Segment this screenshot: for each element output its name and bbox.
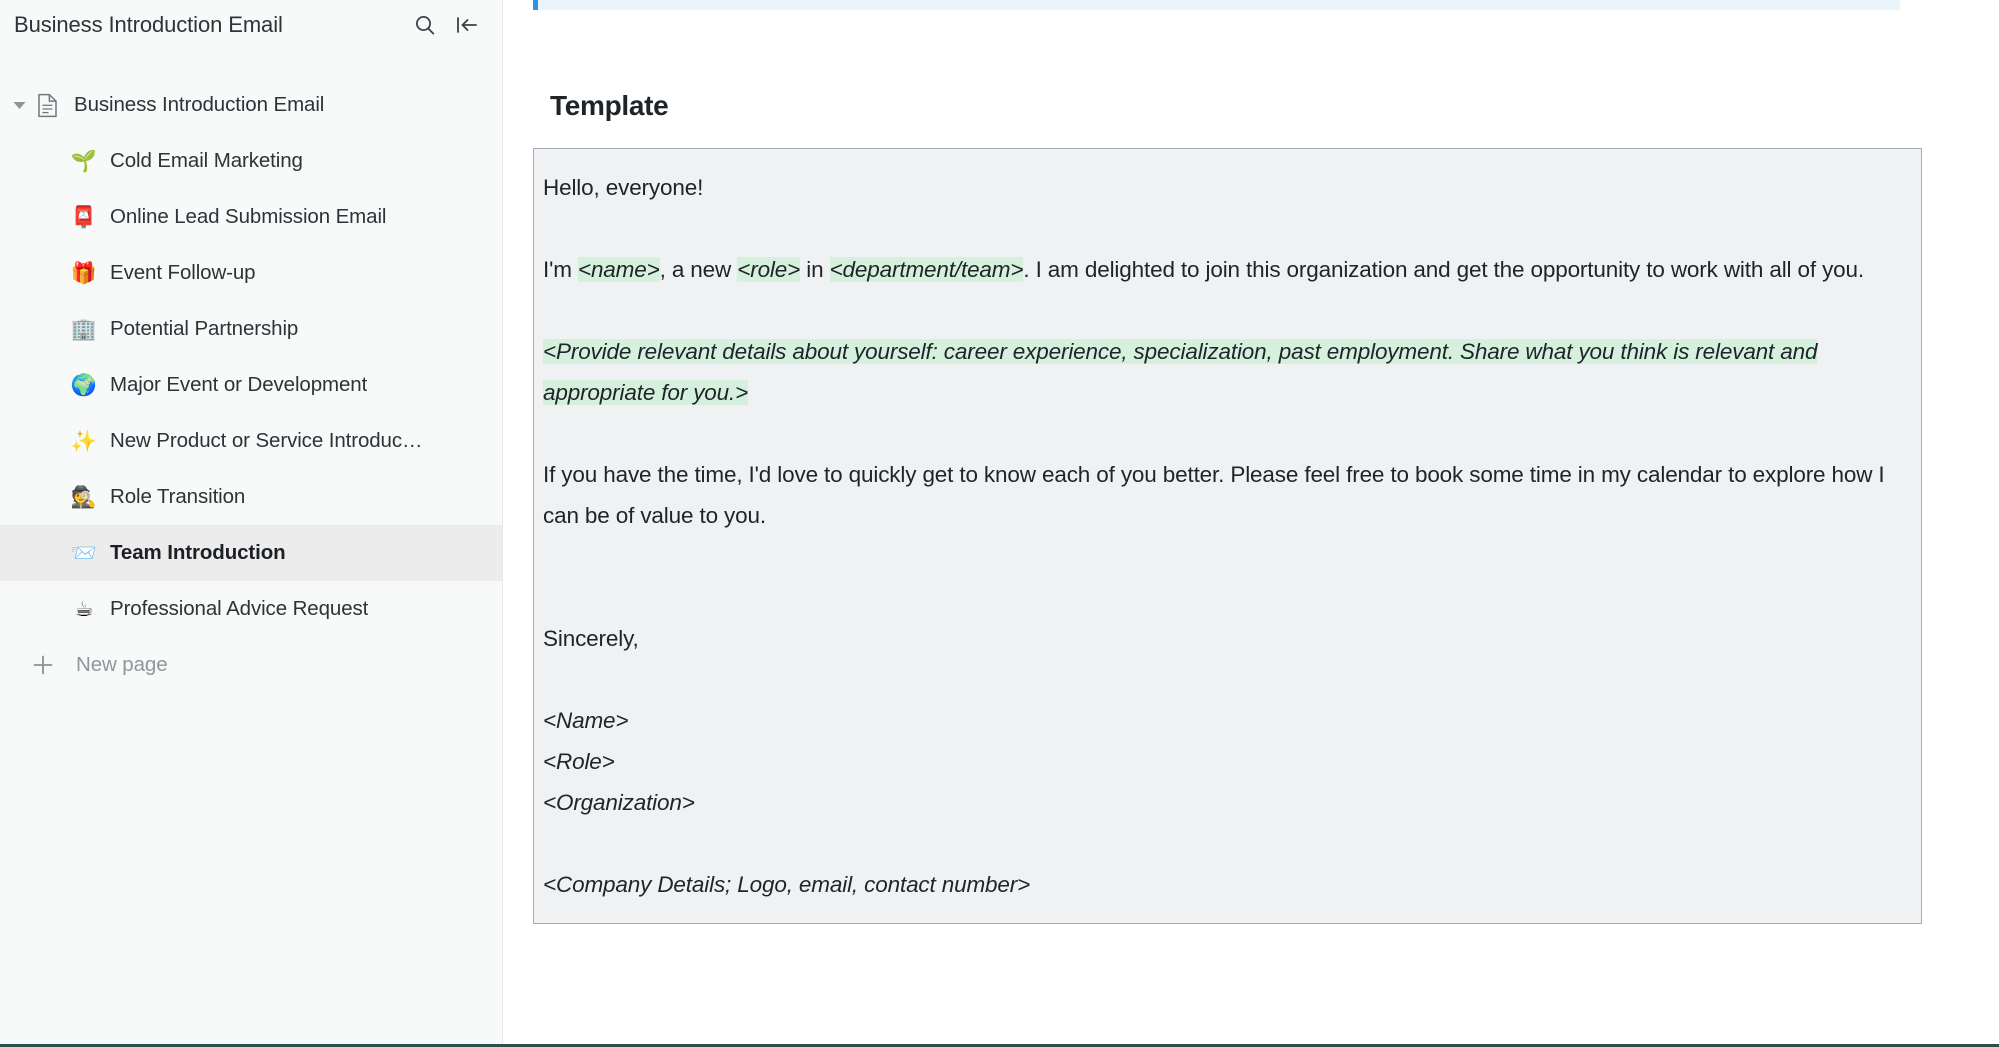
spacer <box>543 208 1911 249</box>
department-placeholder: <department/team> <box>830 257 1024 282</box>
gift-emoji: 🎁 <box>70 263 98 284</box>
collapse-sidebar-icon[interactable] <box>454 12 480 38</box>
spacer <box>543 659 1911 700</box>
postbox-emoji: 📮 <box>70 207 98 228</box>
callout-block <box>533 0 1900 10</box>
document-icon <box>34 92 60 118</box>
template-intro-paragraph: I'm <name>, a new <role> in <department/… <box>543 249 1911 290</box>
spacer <box>543 413 1911 454</box>
sidebar-item-cold-email-marketing[interactable]: 🌱 Cold Email Marketing <box>0 133 502 189</box>
spacer <box>543 577 1911 618</box>
sidebar-item-label: Potential Partnership <box>110 317 298 341</box>
sidebar-header: Business Introduction Email <box>0 0 502 50</box>
email-template-block[interactable]: Hello, everyone! I'm <name>, a new <role… <box>533 148 1922 924</box>
plus-icon <box>30 652 56 678</box>
role-placeholder: <role> <box>737 257 800 282</box>
office-building-emoji: 🏢 <box>70 319 98 340</box>
template-greeting: Hello, everyone! <box>543 167 1911 208</box>
sidebar-item-potential-partnership[interactable]: 🏢 Potential Partnership <box>0 301 502 357</box>
sidebar-item-label: Cold Email Marketing <box>110 149 303 173</box>
sparkles-emoji: ✨ <box>70 431 98 452</box>
incoming-envelope-emoji: 📨 <box>70 543 98 564</box>
sidebar-item-label: Professional Advice Request <box>110 597 368 621</box>
sidebar: Business Introduction Email <box>0 0 503 1044</box>
sidebar-title: Business Introduction Email <box>14 12 283 38</box>
sidebar-item-new-product-or-service-introduction[interactable]: ✨ New Product or Service Introduc… <box>0 413 502 469</box>
template-signature-role: <Role> <box>543 741 1911 782</box>
details-placeholder: <Provide relevant details about yourself… <box>543 339 1817 405</box>
intro-suffix: . I am delighted to join this organizati… <box>1023 257 1864 282</box>
sidebar-header-actions <box>412 12 480 38</box>
globe-emoji: 🌍 <box>70 375 98 396</box>
document-inner: Template Hello, everyone! I'm <name>, a … <box>503 0 1999 924</box>
sidebar-item-event-follow-up[interactable]: 🎁 Event Follow-up <box>0 245 502 301</box>
search-icon[interactable] <box>412 12 438 38</box>
sidebar-item-label: Team Introduction <box>110 541 286 565</box>
page-section-heading: Template <box>550 90 1922 122</box>
new-page-label: New page <box>76 653 168 677</box>
spacer <box>543 823 1911 864</box>
sidebar-item-label: Event Follow-up <box>110 261 255 285</box>
sidebar-item-label: New Product or Service Introduc… <box>110 429 422 453</box>
coffee-emoji: ☕ <box>70 599 98 620</box>
app-window: Business Introduction Email <box>0 0 1999 1047</box>
sidebar-item-professional-advice-request[interactable]: ☕ Professional Advice Request <box>0 581 502 637</box>
sidebar-item-role-transition[interactable]: 🕵️ Role Transition <box>0 469 502 525</box>
sidebar-item-label: Role Transition <box>110 485 245 509</box>
intro-prefix: I'm <box>543 257 578 282</box>
intro-mid1: , a new <box>660 257 738 282</box>
spacer <box>543 536 1911 577</box>
name-placeholder: <name> <box>578 257 660 282</box>
tree-root-label: Business Introduction Email <box>74 93 324 117</box>
template-closing-paragraph: If you have the time, I'd love to quickl… <box>543 454 1911 536</box>
detective-emoji: 🕵️ <box>70 487 98 508</box>
sidebar-item-major-event-or-development[interactable]: 🌍 Major Event or Development <box>0 357 502 413</box>
sidebar-item-online-lead-submission-email[interactable]: 📮 Online Lead Submission Email <box>0 189 502 245</box>
seedling-emoji: 🌱 <box>70 151 98 172</box>
template-company-details: <Company Details; Logo, email, contact n… <box>543 864 1911 905</box>
template-signature-organization: <Organization> <box>543 782 1911 823</box>
template-details-paragraph: <Provide relevant details about yourself… <box>543 331 1911 413</box>
sidebar-item-team-introduction[interactable]: 📨 Team Introduction <box>0 525 502 581</box>
new-page-button[interactable]: New page <box>0 637 502 693</box>
chevron-down-icon[interactable] <box>8 94 30 116</box>
template-signoff: Sincerely, <box>543 618 1911 659</box>
spacer <box>543 290 1911 331</box>
tree-root-business-introduction-email[interactable]: Business Introduction Email <box>0 77 502 133</box>
page-tree: Business Introduction Email 🌱 Cold Email… <box>0 77 502 693</box>
document-content: Template Hello, everyone! I'm <name>, a … <box>503 0 1999 1044</box>
template-signature-name: <Name> <box>543 700 1911 741</box>
sidebar-item-label: Major Event or Development <box>110 373 367 397</box>
sidebar-item-label: Online Lead Submission Email <box>110 205 386 229</box>
intro-mid2: in <box>800 257 829 282</box>
